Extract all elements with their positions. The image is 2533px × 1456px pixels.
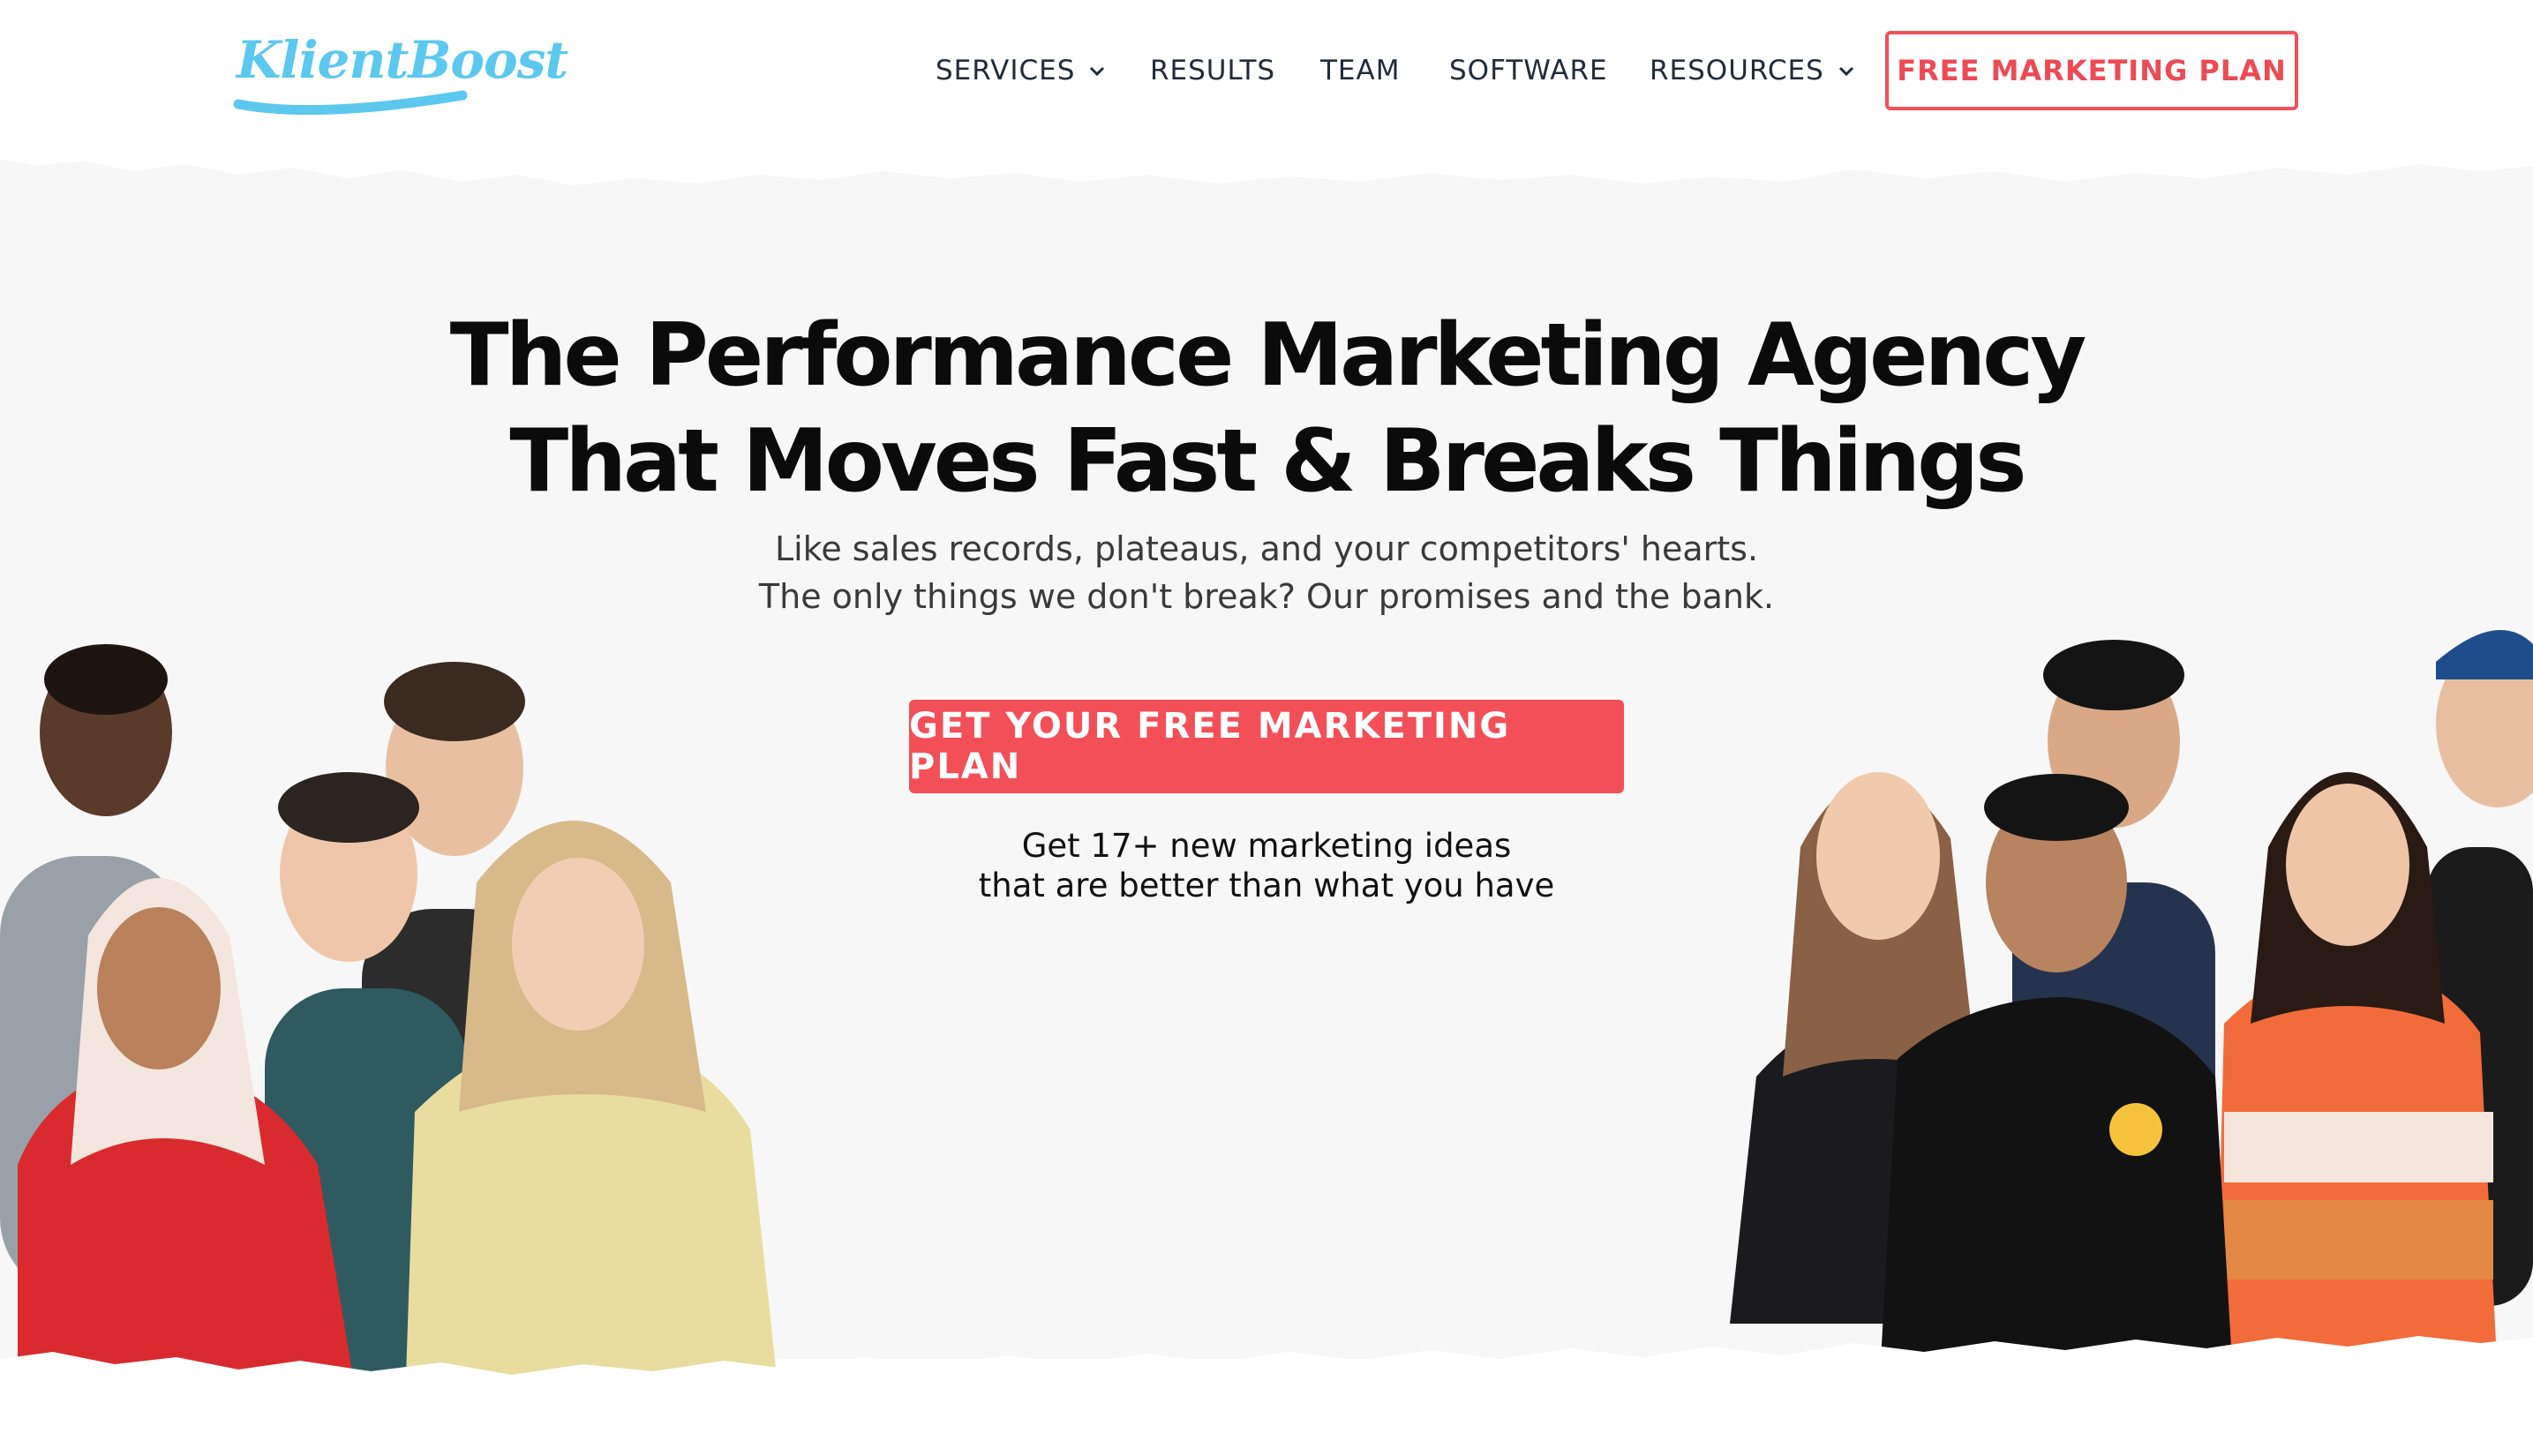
nav-services[interactable]: SERVICES [936,53,1107,88]
hero-subhead-line1: Like sales records, plateaus, and your c… [774,529,1759,568]
hero-headline-line2: That Moves Fast & Breaks Things [509,411,2026,512]
klientboost-logo[interactable]: KlientBoost [231,26,568,115]
cta-note-line2: that are better than what you have [978,867,1555,904]
torn-edge-bottom [0,1336,2533,1456]
chevron-down-icon [1838,66,1853,77]
nav-resources-label: RESOURCES [1650,55,1824,86]
team-photo-right [1730,630,2533,1377]
site-header: KlientBoost SERVICES RESULTS TEAM SOFTWA… [0,0,2533,159]
chevron-down-icon [1090,66,1105,77]
nav-software-label: SOFTWARE [1449,55,1608,86]
free-marketing-plan-button[interactable]: FREE MARKETING PLAN [1885,31,2298,110]
cta-note-line1: Get 17+ new marketing ideas [1021,827,1512,865]
nav-software[interactable]: SOFTWARE [1449,53,1608,88]
nav-results[interactable]: RESULTS [1150,53,1275,88]
hero-subhead-line2: The only things we don't break? Our prom… [758,577,1775,616]
logo-wordmark: KlientBoost [237,30,568,90]
get-free-marketing-plan-button[interactable]: GET YOUR FREE MARKETING PLAN [909,700,1624,793]
nav-resources[interactable]: RESOURCES [1650,53,1856,88]
logo-swoosh-icon [233,90,468,115]
hero-headline-line1: The Performance Marketing Agency [449,305,2086,406]
nav-results-label: RESULTS [1150,55,1276,86]
nav-services-label: SERVICES [936,55,1076,86]
team-photo-left [0,644,777,1377]
nav-team[interactable]: TEAM [1320,53,1400,88]
nav-team-label: TEAM [1320,55,1401,86]
